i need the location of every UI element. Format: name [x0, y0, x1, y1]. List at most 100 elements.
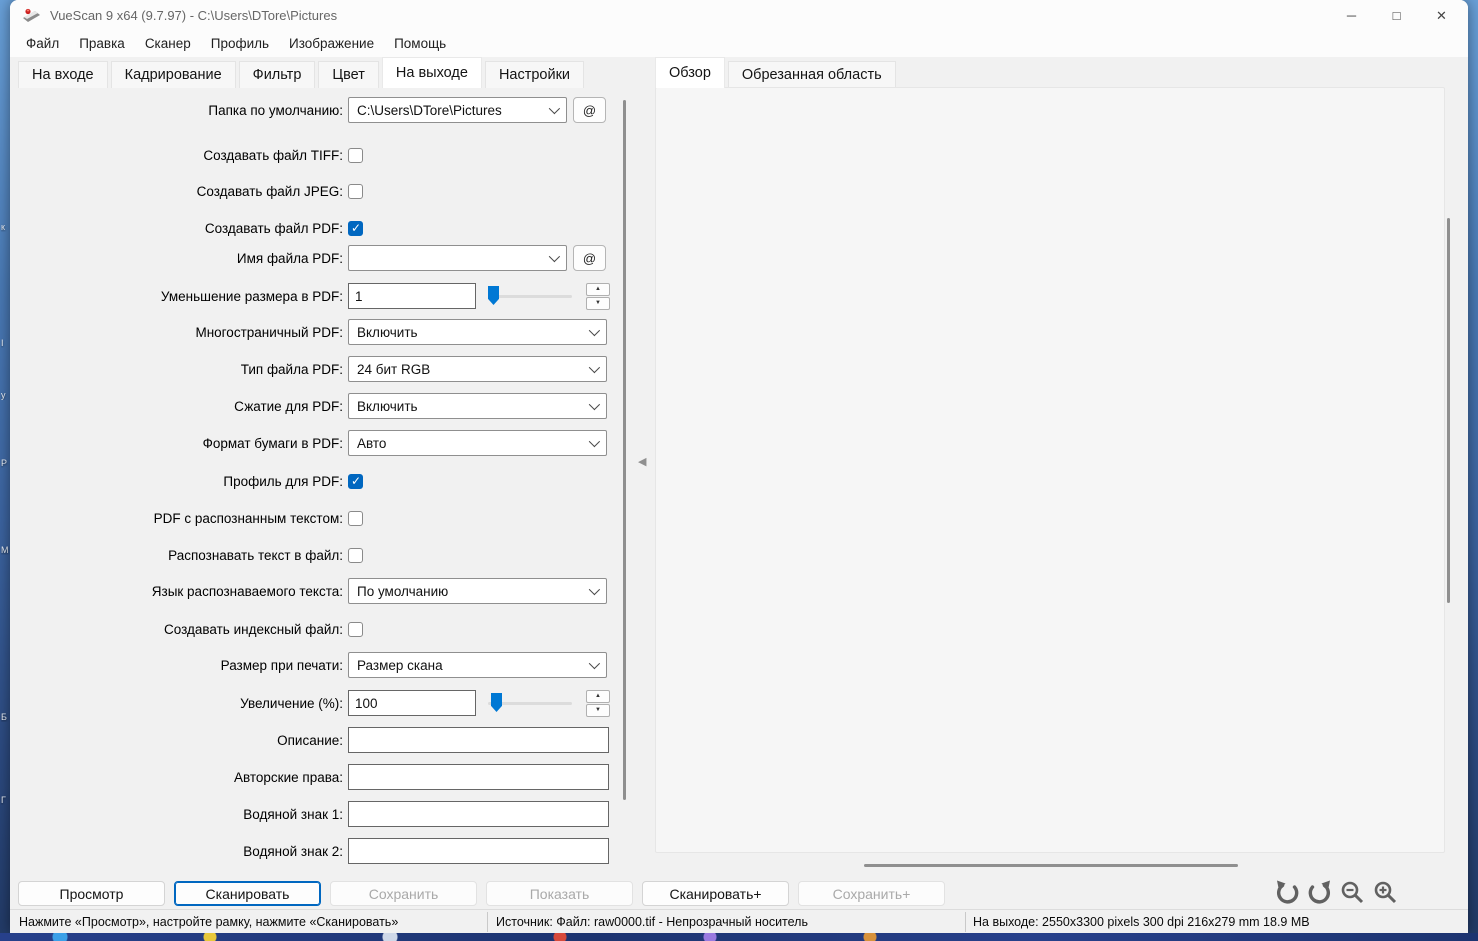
menu-help[interactable]: Помощь	[384, 32, 456, 56]
close-button[interactable]: ✕	[1419, 0, 1464, 31]
menu-image[interactable]: Изображение	[279, 32, 384, 56]
chevron-down-icon	[588, 324, 601, 337]
menu-file[interactable]: Файл	[16, 32, 69, 56]
field-label: Увеличение (%):	[240, 695, 343, 711]
menu-scanner[interactable]: Сканер	[135, 32, 201, 56]
field-multipage-pdf: Многостраничный PDF: Включить	[18, 319, 607, 345]
pdf-checkbox[interactable]	[348, 220, 363, 236]
field-pdf-paper-size: Формат бумаги в PDF: Авто	[18, 430, 607, 456]
rotate-right-icon[interactable]	[1307, 880, 1333, 906]
maximize-button[interactable]: □	[1374, 0, 1419, 31]
stepper-up-icon[interactable]: ▲	[586, 689, 610, 703]
default-folder-at-button[interactable]: @	[573, 97, 606, 123]
tab-label: Фильтр	[252, 67, 302, 83]
default-folder-select[interactable]: C:\Users\DTore\Pictures	[348, 97, 567, 123]
action-button-row: Просмотр Сканировать Сохранить Показать …	[18, 881, 945, 906]
splitter-collapse-icon[interactable]: ◀	[638, 455, 646, 468]
view-tool-icons	[1274, 880, 1399, 906]
magnification-slider[interactable]	[488, 690, 572, 716]
stepper-up-icon[interactable]: ▲	[586, 282, 610, 296]
combo-value: Размер скана	[357, 657, 443, 673]
slider-thumb[interactable]	[488, 286, 499, 305]
chevron-down-icon	[548, 250, 561, 263]
ocr-pdf-checkbox[interactable]	[348, 510, 363, 526]
combo-value: Включить	[357, 324, 418, 340]
magnification-input[interactable]	[348, 690, 476, 716]
field-label: Многостраничный PDF:	[195, 324, 343, 340]
field-label: Водяной знак 2:	[243, 843, 343, 859]
field-ocr-text-file: Распознавать текст в файл:	[18, 542, 363, 568]
scan-plus-button[interactable]: Сканировать+	[642, 881, 789, 906]
watermark-2-input[interactable]	[348, 838, 609, 864]
field-label: Размер при печати:	[220, 657, 343, 673]
tab-cropped-area[interactable]: Обрезанная область	[727, 61, 896, 88]
preview-tab-strip: Обзор Обрезанная область	[655, 57, 899, 88]
zoom-in-icon[interactable]	[1373, 880, 1399, 906]
tab-crop[interactable]: Кадрирование	[110, 61, 236, 88]
tab-preview[interactable]: Обзор	[655, 57, 725, 88]
jpeg-checkbox[interactable]	[348, 183, 363, 199]
field-tiff: Создавать файл TIFF:	[18, 142, 363, 168]
ocr-text-file-checkbox[interactable]	[348, 547, 363, 563]
field-label: Создавать файл PDF:	[204, 220, 343, 236]
printed-size-select[interactable]: Размер скана	[348, 652, 607, 678]
preview-horizontal-scrollbar[interactable]	[864, 864, 1238, 867]
chevron-down-icon	[588, 398, 601, 411]
rotate-left-icon[interactable]	[1274, 880, 1300, 906]
tab-input[interactable]: На входе	[18, 61, 108, 88]
field-label: Распознавать текст в файл:	[168, 547, 343, 563]
left-panel-scrollbar[interactable]	[623, 100, 626, 800]
preview-vertical-scrollbar[interactable]	[1447, 218, 1450, 603]
tiff-checkbox[interactable]	[348, 147, 363, 163]
pdf-size-reduction-slider[interactable]	[488, 283, 572, 309]
zoom-out-icon[interactable]	[1340, 880, 1366, 906]
pdf-size-reduction-input[interactable]	[348, 283, 476, 309]
menu-profile[interactable]: Профиль	[201, 32, 279, 56]
pdf-paper-size-select[interactable]: Авто	[348, 430, 607, 456]
tab-color[interactable]: Цвет	[318, 61, 379, 88]
tab-filter[interactable]: Фильтр	[238, 61, 316, 88]
pdf-profile-checkbox[interactable]	[348, 473, 363, 489]
preview-button[interactable]: Просмотр	[18, 881, 165, 906]
tab-label: Настройки	[498, 67, 571, 83]
field-ocr-pdf: PDF с распознанным текстом:	[18, 505, 363, 531]
pdf-compression-select[interactable]: Включить	[348, 393, 607, 419]
index-file-checkbox[interactable]	[348, 621, 363, 637]
copyright-input[interactable]	[348, 764, 609, 790]
slider-thumb[interactable]	[491, 693, 502, 712]
show-button[interactable]: Показать	[486, 881, 633, 906]
watermark-1-input[interactable]	[348, 801, 609, 827]
ocr-language-select[interactable]: По умолчанию	[348, 578, 607, 604]
pdf-file-type-select[interactable]: 24 бит RGB	[348, 356, 607, 382]
window-title: VueScan 9 x64 (9.7.97) - C:\Users\DTore\…	[50, 8, 338, 23]
scan-button[interactable]: Сканировать	[174, 881, 321, 906]
field-label: Создавать индексный файл:	[163, 621, 343, 637]
field-label: Создавать файл JPEG:	[196, 183, 343, 199]
field-label: Формат бумаги в PDF:	[202, 435, 343, 451]
minimize-button[interactable]: ─	[1329, 0, 1374, 31]
save-plus-button[interactable]: Сохранить+	[798, 881, 945, 906]
tab-label: Обрезанная область	[741, 67, 882, 83]
pdf-filename-select[interactable]	[348, 245, 567, 271]
combo-value: C:\Users\DTore\Pictures	[357, 102, 502, 118]
field-label: Сжатие для PDF:	[234, 398, 343, 414]
desktop-taskbar-strip	[0, 933, 1478, 941]
preview-area[interactable]	[655, 87, 1445, 853]
chevron-down-icon	[588, 583, 601, 596]
pdf-filename-at-button[interactable]: @	[573, 245, 606, 271]
description-input[interactable]	[348, 727, 609, 753]
combo-value: Включить	[357, 398, 418, 414]
save-button[interactable]: Сохранить	[330, 881, 477, 906]
stepper-down-icon[interactable]: ▼	[586, 703, 610, 717]
status-bar: Нажмите «Просмотр», настройте рамку, наж…	[10, 909, 1468, 933]
multipage-pdf-select[interactable]: Включить	[348, 319, 607, 345]
status-separator	[487, 912, 488, 932]
stepper-down-icon[interactable]: ▼	[586, 296, 610, 310]
tab-prefs[interactable]: Настройки	[484, 61, 585, 88]
tab-output[interactable]: На выходе	[381, 57, 482, 88]
menu-edit[interactable]: Правка	[69, 32, 135, 56]
field-label: Язык распознаваемого текста:	[151, 583, 343, 599]
chevron-down-icon	[588, 435, 601, 448]
pdf-size-reduction-stepper: ▲ ▼	[586, 282, 610, 310]
field-default-folder: Папка по умолчанию: C:\Users\DTore\Pictu…	[18, 97, 606, 123]
